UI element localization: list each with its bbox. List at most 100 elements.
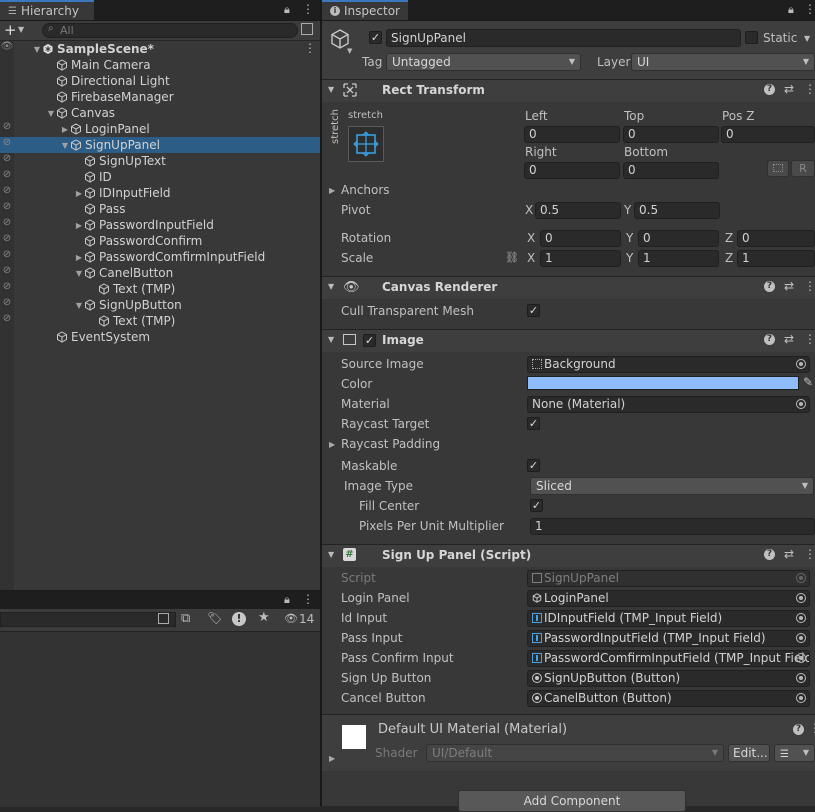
hidden-eye-icon[interactable]: ⊘ — [0, 297, 14, 313]
foldout-expanded-icon[interactable]: ▼ — [328, 550, 334, 559]
add-component-button[interactable]: Add Component — [458, 790, 686, 812]
left-field[interactable]: 0 — [524, 126, 620, 143]
anchors-label[interactable]: Anchors — [341, 183, 390, 197]
object-name-field[interactable]: SignUpPanel — [386, 29, 741, 47]
hierarchy-item[interactable]: EventSystem — [0, 329, 320, 345]
expand-arrow-icon[interactable]: ▼ — [74, 301, 84, 310]
presets-icon[interactable]: ⇄ — [784, 279, 794, 293]
hidden-eye-icon[interactable]: ⊘ — [0, 265, 14, 281]
collapse-arrow-icon[interactable]: ▶ — [74, 189, 84, 198]
right-field[interactable]: 0 — [524, 162, 620, 179]
hierarchy-search-input[interactable]: ⌕ All — [42, 23, 298, 38]
fill-center-checkbox[interactable]: ✓ — [530, 499, 543, 512]
script-object-field[interactable]: LoginPanel — [527, 590, 810, 607]
expand-arrow-icon[interactable]: ▼ — [60, 141, 70, 150]
rect-transform-header[interactable]: ▼ Rect Transform ? ⇄ ⋮ — [322, 79, 815, 102]
object-picker-icon[interactable] — [796, 399, 806, 409]
anchor-preset-button[interactable] — [348, 126, 384, 162]
hierarchy-item[interactable]: FirebaseManager — [0, 89, 320, 105]
static-checkbox[interactable] — [745, 31, 758, 44]
image-type-dropdown[interactable]: Sliced ▼ — [530, 477, 814, 495]
search-scope-icon[interactable] — [158, 613, 169, 624]
help-icon[interactable]: ? — [764, 549, 775, 560]
expand-arrow-icon[interactable]: ▼ — [46, 109, 56, 118]
collapse-arrow-icon[interactable]: ▶ — [74, 253, 84, 262]
hierarchy-item[interactable]: ⊘ Pass — [0, 201, 320, 217]
scene-search-icon[interactable] — [301, 23, 313, 35]
anchors-foldout-icon[interactable]: ▶ — [329, 186, 335, 195]
presets-icon[interactable]: ⇄ — [784, 547, 794, 561]
pivot-y-field[interactable]: 0.5 — [634, 202, 720, 219]
hidden-eye-icon[interactable]: ⊘ — [0, 185, 14, 201]
lock-icon[interactable]: 🔒︎ — [284, 3, 290, 17]
eyedropper-icon[interactable]: ✎ — [803, 375, 813, 389]
component-menu-icon[interactable]: ⋮ — [809, 721, 815, 735]
hierarchy-item[interactable]: ⊘ ▼ SignUpPanel — [0, 137, 320, 153]
raw-edit-button[interactable]: R — [791, 160, 815, 177]
canvas-renderer-header[interactable]: ▼ 👁︎ Canvas Renderer ? ⇄ ⋮ — [322, 276, 815, 299]
hidden-eye-icon[interactable]: ⊘ — [0, 169, 14, 185]
expand-arrow-icon[interactable]: ▼ — [74, 269, 84, 278]
hierarchy-item[interactable]: ⊘ Text (TMP) — [0, 313, 320, 329]
script-object-field[interactable]: PasswordComfirmInputField (TMP_Input Fie… — [527, 650, 810, 667]
shader-options-button[interactable]: ☰ ▼ — [774, 744, 815, 762]
raycast-target-checkbox[interactable]: ✓ — [527, 417, 540, 430]
hierarchy-item[interactable]: ⊘ ▶ LoginPanel — [0, 121, 320, 137]
top-field[interactable]: 0 — [623, 126, 719, 143]
hierarchy-item[interactable]: ▼ Canvas — [0, 105, 320, 121]
hierarchy-item[interactable]: ⊘ Text (TMP) — [0, 281, 320, 297]
rotation-y-field[interactable]: 0 — [638, 230, 719, 247]
component-menu-icon[interactable]: ⋮ — [804, 332, 815, 346]
more-options-icon[interactable]: ⋮ — [302, 592, 314, 606]
visibility-icon[interactable] — [0, 89, 14, 105]
hierarchy-item[interactable]: ⊘ ID — [0, 169, 320, 185]
hierarchy-item[interactable]: ⊘ ▶ PasswordInputField — [0, 217, 320, 233]
component-menu-icon[interactable]: ⋮ — [804, 82, 815, 96]
script-object-field[interactable]: PasswordInputField (TMP_Input Field) — [527, 630, 810, 647]
hidden-eye-icon[interactable]: ⊘ — [0, 201, 14, 217]
lock-icon[interactable]: 🔒︎ — [788, 3, 794, 17]
scale-x-field[interactable]: 1 — [540, 250, 621, 267]
tag-dropdown[interactable]: Untagged ▼ — [386, 53, 581, 71]
foldout-expanded-icon[interactable]: ▼ — [328, 282, 334, 291]
presets-icon[interactable]: ⇄ — [784, 82, 794, 96]
hidden-eye-icon[interactable]: ⊘ — [0, 233, 14, 249]
object-picker-icon[interactable] — [796, 673, 806, 683]
visibility-icon[interactable] — [0, 73, 14, 89]
tab-hierarchy[interactable]: ☰ Hierarchy — [0, 0, 94, 20]
blueprint-mode-button[interactable] — [767, 160, 789, 177]
image-header[interactable]: ▼ ✓ Image ? ⇄ ⋮ — [322, 329, 815, 352]
ppu-multiplier-field[interactable]: 1 — [530, 518, 815, 535]
visibility-icon[interactable] — [0, 329, 14, 345]
color-swatch[interactable] — [527, 376, 799, 390]
help-icon[interactable]: ? — [764, 84, 775, 95]
favorite-star-icon[interactable]: ★ — [258, 610, 270, 625]
tab-inspector[interactable]: i Inspector — [322, 0, 408, 20]
foldout-expanded-icon[interactable]: ▼ — [328, 85, 334, 94]
object-picker-icon[interactable] — [796, 653, 806, 663]
presets-icon[interactable]: ⇄ — [784, 332, 794, 346]
help-icon[interactable]: ? — [793, 724, 804, 735]
layer-dropdown[interactable]: UI ▼ — [631, 53, 815, 71]
hidden-eye-icon[interactable]: ⊘ — [0, 281, 14, 297]
cull-transparent-mesh-checkbox[interactable]: ✓ — [527, 304, 540, 317]
component-menu-icon[interactable]: ⋮ — [804, 547, 815, 561]
script-header[interactable]: ▼ # Sign Up Panel (Script) ? ⇄ ⋮ — [322, 544, 815, 567]
hidden-eye-icon[interactable]: ⊘ — [0, 217, 14, 233]
hidden-count-icon[interactable]: 👁︎ — [284, 612, 298, 625]
filter-by-label-icon[interactable]: 🏷︎ — [207, 611, 222, 625]
visibility-icon[interactable] — [0, 57, 14, 73]
create-plus-icon[interactable]: + — [4, 21, 17, 39]
collapse-arrow-icon[interactable]: ▶ — [74, 221, 84, 230]
hierarchy-item[interactable]: Main Camera — [0, 57, 320, 73]
edit-shader-button[interactable]: Edit... — [728, 744, 770, 762]
lock-icon[interactable]: 🔒︎ — [284, 593, 290, 607]
script-object-field[interactable]: SignUpButton (Button) — [527, 670, 810, 687]
image-enabled-checkbox[interactable]: ✓ — [363, 334, 376, 347]
constrain-proportions-icon[interactable]: ⛓︎ — [505, 251, 519, 264]
hierarchy-item[interactable]: ⊘ ▼ SignUpButton — [0, 297, 320, 313]
object-picker-icon[interactable] — [796, 633, 806, 643]
project-search-input[interactable] — [0, 612, 176, 627]
help-icon[interactable]: ? — [764, 334, 775, 345]
visibility-icon[interactable] — [0, 105, 14, 121]
